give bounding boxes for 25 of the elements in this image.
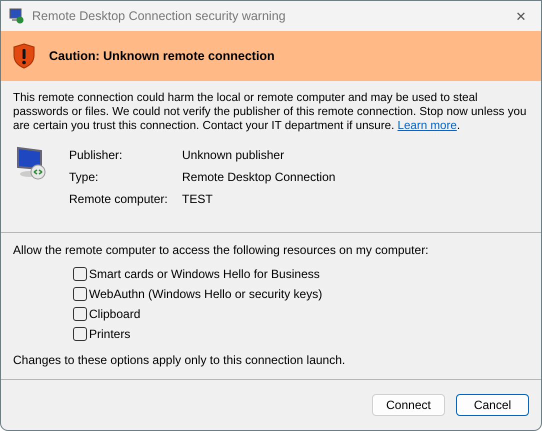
checkbox[interactable] (73, 267, 87, 281)
checkbox-label: WebAuthn (Windows Hello or security keys) (89, 287, 322, 301)
banner-title: Caution: Unknown remote connection (49, 49, 275, 63)
resources-heading: Allow the remote computer to access the following resources on my computer: (13, 243, 430, 257)
warning-shield-icon (13, 43, 35, 69)
detail-label: Type: (69, 170, 100, 184)
checkbox[interactable] (73, 327, 87, 341)
detail-label: Publisher: (69, 148, 124, 162)
dialog-button[interactable]: Connect (372, 394, 445, 416)
checkbox-label: Clipboard (89, 307, 140, 321)
detail-label: Remote computer: (69, 192, 169, 206)
window-title: Remote Desktop Connection security warning (32, 9, 287, 23)
dialog-button[interactable]: Cancel (456, 394, 529, 416)
options-note: Changes to these options apply only to this connection launch. (13, 353, 346, 367)
close-button[interactable]: ✕ (501, 1, 541, 31)
detail-value: TEST (182, 192, 214, 206)
detail-value: Remote Desktop Connection (182, 170, 336, 184)
checkbox[interactable] (73, 307, 87, 321)
checkbox[interactable] (73, 287, 87, 301)
checkbox-label: Printers (89, 327, 130, 341)
checkbox-label: Smart cards or Windows Hello for Business (89, 267, 320, 281)
learn-more-link[interactable]: Learn more (398, 119, 457, 132)
remote-desktop-icon (9, 8, 25, 24)
detail-value: Unknown publisher (182, 148, 286, 162)
warning-message: This remote connection could harm the local or remote computer and may be used to steal passwords or files. We could not verify the publisher of this remote connection. Stop now unless you are certain you trust this connection. Contact your IT department if unsure. Learn more. (13, 91, 528, 133)
